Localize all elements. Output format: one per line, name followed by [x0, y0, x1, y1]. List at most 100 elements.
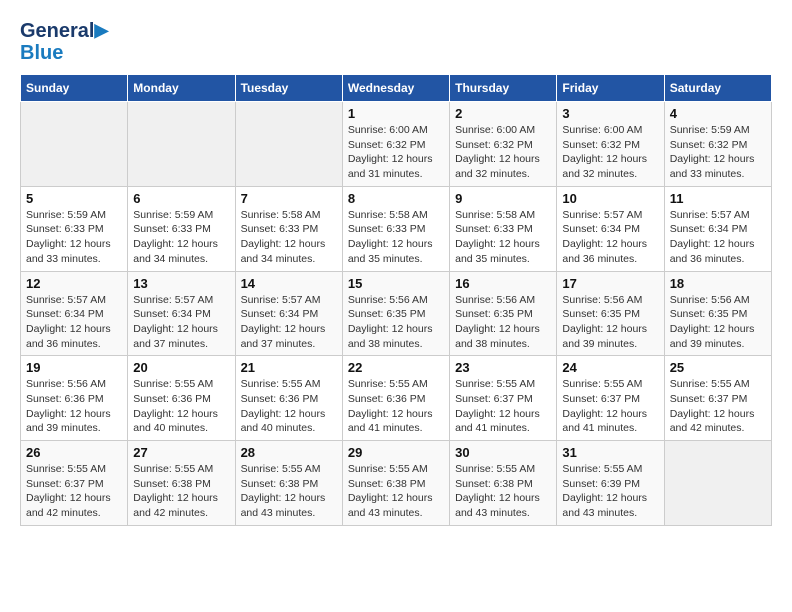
- weekday-header-cell: Sunday: [21, 75, 128, 102]
- calendar-day-cell: 15 Sunrise: 5:56 AMSunset: 6:35 PMDayligh…: [342, 271, 449, 356]
- day-number: 6: [133, 191, 229, 206]
- calendar-day-cell: 26 Sunrise: 5:55 AMSunset: 6:37 PMDayligh…: [21, 441, 128, 526]
- day-info: Sunrise: 5:56 AMSunset: 6:35 PMDaylight:…: [670, 293, 766, 352]
- calendar-day-cell: 16 Sunrise: 5:56 AMSunset: 6:35 PMDayligh…: [450, 271, 557, 356]
- calendar-day-cell: 20Sunrise: 5:55 AMSunset: 6:36 PMDayligh…: [128, 356, 235, 441]
- calendar-day-cell: 30 Sunrise: 5:55 AMSunset: 6:38 PMDayligh…: [450, 441, 557, 526]
- calendar-day-cell: 19 Sunrise: 5:56 AMSunset: 6:36 PMDayligh…: [21, 356, 128, 441]
- day-number: 3: [562, 106, 658, 121]
- weekday-header-row: SundayMondayTuesdayWednesdayThursdayFrid…: [21, 75, 772, 102]
- day-info: Sunrise: 5:55 AMSunset: 6:37 PMDaylight:…: [562, 377, 658, 436]
- calendar-day-cell: 31 Sunrise: 5:55 AMSunset: 6:39 PMDayligh…: [557, 441, 664, 526]
- day-number: 5: [26, 191, 122, 206]
- calendar-table: SundayMondayTuesdayWednesdayThursdayFrid…: [20, 74, 772, 526]
- day-info: Sunrise: 5:55 AMSunset: 6:37 PMDaylight:…: [455, 377, 551, 436]
- day-info: Sunrise: 5:55 AMSunset: 6:36 PMDaylight:…: [348, 377, 444, 436]
- weekday-header-cell: Monday: [128, 75, 235, 102]
- calendar-day-cell: 25 Sunrise: 5:55 AMSunset: 6:37 PMDayligh…: [664, 356, 771, 441]
- calendar-day-cell: 23Sunrise: 5:55 AMSunset: 6:37 PMDayligh…: [450, 356, 557, 441]
- day-number: 7: [241, 191, 337, 206]
- day-number: 13: [133, 276, 229, 291]
- day-info: Sunrise: 5:55 AMSunset: 6:38 PMDaylight:…: [133, 462, 229, 521]
- day-info: Sunrise: 5:57 AMSunset: 6:34 PMDaylight:…: [562, 208, 658, 267]
- day-number: 25: [670, 360, 766, 375]
- day-number: 16: [455, 276, 551, 291]
- weekday-header-cell: Friday: [557, 75, 664, 102]
- day-number: 18: [670, 276, 766, 291]
- calendar-body: 1 Sunrise: 6:00 AMSunset: 6:32 PMDaylight…: [21, 102, 772, 526]
- day-number: 8: [348, 191, 444, 206]
- day-info: Sunrise: 5:56 AMSunset: 6:35 PMDaylight:…: [348, 293, 444, 352]
- calendar-day-cell: 22 Sunrise: 5:55 AMSunset: 6:36 PMDayligh…: [342, 356, 449, 441]
- day-number: 19: [26, 360, 122, 375]
- day-number: 26: [26, 445, 122, 460]
- calendar-week-row: 12 Sunrise: 5:57 AMSunset: 6:34 PMDayligh…: [21, 271, 772, 356]
- calendar-day-cell: 5 Sunrise: 5:59 AMSunset: 6:33 PMDaylight…: [21, 186, 128, 271]
- weekday-header-cell: Tuesday: [235, 75, 342, 102]
- day-info: Sunrise: 5:55 AMSunset: 6:36 PMDaylight:…: [241, 377, 337, 436]
- day-info: Sunrise: 5:55 AMSunset: 6:38 PMDaylight:…: [455, 462, 551, 521]
- day-info: Sunrise: 5:55 AMSunset: 6:37 PMDaylight:…: [670, 377, 766, 436]
- day-info: Sunrise: 5:55 AMSunset: 6:38 PMDaylight:…: [241, 462, 337, 521]
- day-info: Sunrise: 6:00 AMSunset: 6:32 PMDaylight:…: [348, 123, 444, 182]
- calendar-day-cell: 24 Sunrise: 5:55 AMSunset: 6:37 PMDayligh…: [557, 356, 664, 441]
- day-number: 15: [348, 276, 444, 291]
- day-number: 1: [348, 106, 444, 121]
- day-number: 27: [133, 445, 229, 460]
- calendar-day-cell: 9 Sunrise: 5:58 AMSunset: 6:33 PMDaylight…: [450, 186, 557, 271]
- day-info: Sunrise: 6:00 AMSunset: 6:32 PMDaylight:…: [562, 123, 658, 182]
- day-number: 31: [562, 445, 658, 460]
- weekday-header-cell: Thursday: [450, 75, 557, 102]
- day-info: Sunrise: 5:55 AMSunset: 6:37 PMDaylight:…: [26, 462, 122, 521]
- day-info: Sunrise: 5:58 AMSunset: 6:33 PMDaylight:…: [455, 208, 551, 267]
- calendar-day-cell: 13 Sunrise: 5:57 AMSunset: 6:34 PMDayligh…: [128, 271, 235, 356]
- day-info: Sunrise: 5:56 AMSunset: 6:35 PMDaylight:…: [562, 293, 658, 352]
- calendar-day-cell: 17 Sunrise: 5:56 AMSunset: 6:35 PMDayligh…: [557, 271, 664, 356]
- day-info: Sunrise: 5:57 AMSunset: 6:34 PMDaylight:…: [241, 293, 337, 352]
- calendar-day-cell: 12 Sunrise: 5:57 AMSunset: 6:34 PMDayligh…: [21, 271, 128, 356]
- calendar-week-row: 19 Sunrise: 5:56 AMSunset: 6:36 PMDayligh…: [21, 356, 772, 441]
- day-number: 21: [241, 360, 337, 375]
- day-number: 24: [562, 360, 658, 375]
- calendar-day-cell: [235, 102, 342, 187]
- day-info: Sunrise: 6:00 AMSunset: 6:32 PMDaylight:…: [455, 123, 551, 182]
- day-number: 28: [241, 445, 337, 460]
- day-number: 10: [562, 191, 658, 206]
- day-number: 22: [348, 360, 444, 375]
- calendar-week-row: 5 Sunrise: 5:59 AMSunset: 6:33 PMDaylight…: [21, 186, 772, 271]
- weekday-header-cell: Saturday: [664, 75, 771, 102]
- day-number: 9: [455, 191, 551, 206]
- day-info: Sunrise: 5:59 AMSunset: 6:33 PMDaylight:…: [26, 208, 122, 267]
- day-number: 20: [133, 360, 229, 375]
- calendar-day-cell: 8Sunrise: 5:58 AMSunset: 6:33 PMDaylight…: [342, 186, 449, 271]
- calendar-day-cell: 10 Sunrise: 5:57 AMSunset: 6:34 PMDayligh…: [557, 186, 664, 271]
- calendar-day-cell: 3 Sunrise: 6:00 AMSunset: 6:32 PMDaylight…: [557, 102, 664, 187]
- calendar-week-row: 26 Sunrise: 5:55 AMSunset: 6:37 PMDayligh…: [21, 441, 772, 526]
- day-info: Sunrise: 5:59 AMSunset: 6:33 PMDaylight:…: [133, 208, 229, 267]
- day-info: Sunrise: 5:58 AMSunset: 6:33 PMDaylight:…: [241, 208, 337, 267]
- day-info: Sunrise: 5:56 AMSunset: 6:35 PMDaylight:…: [455, 293, 551, 352]
- logo: General▶Blue: [20, 20, 108, 64]
- calendar-day-cell: [664, 441, 771, 526]
- day-number: 12: [26, 276, 122, 291]
- calendar-day-cell: 2Sunrise: 6:00 AMSunset: 6:32 PMDaylight…: [450, 102, 557, 187]
- day-info: Sunrise: 5:57 AMSunset: 6:34 PMDaylight:…: [26, 293, 122, 352]
- calendar-day-cell: 27 Sunrise: 5:55 AMSunset: 6:38 PMDayligh…: [128, 441, 235, 526]
- calendar-day-cell: 7 Sunrise: 5:58 AMSunset: 6:33 PMDaylight…: [235, 186, 342, 271]
- calendar-day-cell: [128, 102, 235, 187]
- day-info: Sunrise: 5:57 AMSunset: 6:34 PMDaylight:…: [670, 208, 766, 267]
- page-header: General▶Blue: [20, 20, 772, 64]
- day-number: 30: [455, 445, 551, 460]
- calendar-day-cell: 11 Sunrise: 5:57 AMSunset: 6:34 PMDayligh…: [664, 186, 771, 271]
- calendar-day-cell: 21 Sunrise: 5:55 AMSunset: 6:36 PMDayligh…: [235, 356, 342, 441]
- weekday-header-cell: Wednesday: [342, 75, 449, 102]
- day-info: Sunrise: 5:56 AMSunset: 6:36 PMDaylight:…: [26, 377, 122, 436]
- calendar-day-cell: 14Sunrise: 5:57 AMSunset: 6:34 PMDayligh…: [235, 271, 342, 356]
- day-number: 17: [562, 276, 658, 291]
- day-info: Sunrise: 5:57 AMSunset: 6:34 PMDaylight:…: [133, 293, 229, 352]
- day-number: 11: [670, 191, 766, 206]
- day-info: Sunrise: 5:55 AMSunset: 6:39 PMDaylight:…: [562, 462, 658, 521]
- calendar-day-cell: 18 Sunrise: 5:56 AMSunset: 6:35 PMDayligh…: [664, 271, 771, 356]
- calendar-day-cell: 1 Sunrise: 6:00 AMSunset: 6:32 PMDaylight…: [342, 102, 449, 187]
- calendar-week-row: 1 Sunrise: 6:00 AMSunset: 6:32 PMDaylight…: [21, 102, 772, 187]
